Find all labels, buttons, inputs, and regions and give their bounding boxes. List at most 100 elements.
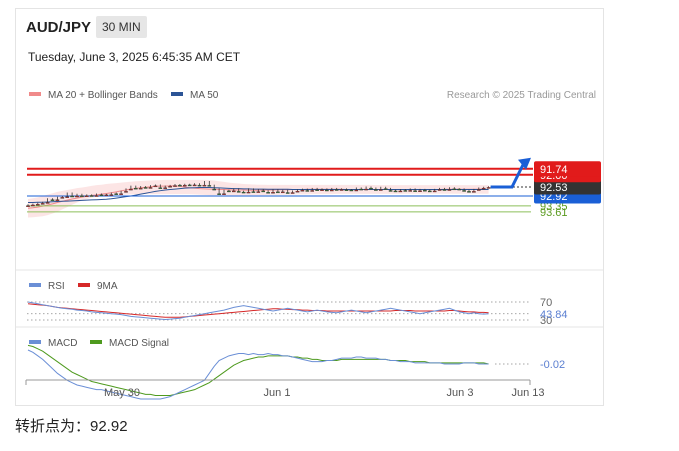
candle	[447, 189, 452, 191]
candle	[300, 190, 305, 192]
candle	[290, 192, 295, 194]
macd-last-value: -0.02	[540, 359, 565, 371]
candle	[276, 191, 280, 194]
candle	[129, 188, 133, 191]
candle	[138, 187, 143, 190]
candle	[94, 195, 99, 197]
candle	[413, 190, 417, 192]
candle	[315, 189, 319, 191]
candle	[398, 190, 403, 193]
time-axis-label: Jun 13	[511, 387, 544, 399]
candle	[114, 193, 118, 195]
candle	[266, 192, 270, 194]
candle	[393, 190, 398, 193]
candle	[45, 202, 50, 204]
candle	[418, 190, 422, 192]
candle	[477, 189, 481, 191]
candle	[241, 191, 246, 194]
legend-rsi-label: RSI	[48, 281, 65, 292]
candle	[109, 194, 114, 196]
candle	[295, 190, 300, 193]
candle	[403, 190, 408, 192]
candle	[212, 188, 217, 191]
legend-macd-signal-label: MACD Signal	[109, 338, 169, 349]
candle	[50, 199, 55, 201]
candle	[256, 191, 261, 193]
candle	[354, 189, 359, 192]
chart-svg: MA 20 + Bollinger Bands MA 50 Research © 2…	[16, 90, 603, 400]
rsi-last-value: 43.84	[540, 309, 568, 321]
candle	[26, 205, 30, 207]
rsi-ma-line	[27, 303, 489, 318]
candle	[168, 186, 172, 188]
candle	[330, 189, 334, 192]
candle	[80, 195, 84, 197]
legend-swatch-macd-signal	[90, 340, 102, 344]
candle	[379, 189, 383, 191]
candle	[178, 184, 182, 187]
candle	[388, 190, 393, 192]
legend-swatch-rsi	[29, 283, 41, 287]
candle	[428, 190, 432, 193]
rsi-level-label: 70	[540, 297, 552, 309]
candle	[158, 187, 163, 189]
candle	[320, 189, 324, 191]
legend-swatch-rsi-ma	[78, 283, 90, 287]
candle	[202, 184, 207, 187]
candle	[432, 190, 437, 193]
candle	[334, 189, 339, 191]
candle	[60, 197, 65, 199]
candle	[31, 204, 35, 207]
legend-macd-label: MACD	[48, 338, 77, 349]
macd-signal-line	[27, 344, 489, 396]
candle	[452, 188, 457, 191]
legend-swatch-bollinger	[29, 92, 41, 96]
candle	[65, 196, 69, 198]
pivot-caption: 转折点为：92.92	[15, 418, 128, 435]
time-axis-label: May 30	[104, 387, 140, 399]
support-label: 91.74	[540, 164, 568, 176]
candle	[374, 189, 378, 191]
candle	[285, 192, 290, 194]
candle	[437, 189, 442, 191]
candle	[481, 187, 486, 190]
legend-rsi-ma-label: 9MA	[97, 281, 118, 292]
candle	[369, 187, 373, 190]
candle	[486, 187, 491, 189]
candle	[467, 191, 471, 193]
candle	[472, 191, 476, 193]
candle	[227, 190, 231, 193]
candle	[271, 192, 275, 194]
candle	[359, 188, 364, 191]
source-credit: Research © 2025 Trading Central	[447, 90, 596, 101]
candle	[222, 193, 226, 195]
candle	[187, 184, 192, 187]
candle	[364, 188, 368, 191]
last-price-label: 92.53	[540, 182, 568, 194]
legend-bollinger-label: MA 20 + Bollinger Bands	[48, 90, 158, 101]
candle	[75, 195, 79, 198]
candle	[231, 190, 236, 193]
candle	[133, 187, 138, 190]
candle	[207, 185, 212, 187]
candle	[217, 193, 221, 195]
candle	[163, 187, 168, 189]
candle	[40, 203, 45, 205]
candle	[246, 191, 251, 194]
candle	[182, 184, 187, 187]
candle	[84, 195, 89, 197]
candle	[408, 190, 413, 192]
candle	[339, 189, 344, 191]
candle	[192, 184, 197, 187]
candle	[305, 190, 310, 192]
candle	[70, 195, 74, 198]
candle	[173, 185, 177, 187]
candle	[197, 184, 202, 187]
candle	[148, 187, 153, 189]
candle	[55, 199, 60, 201]
candle	[119, 193, 123, 195]
candle	[36, 204, 40, 206]
candle	[442, 189, 447, 191]
candle	[89, 195, 94, 197]
legend-swatch-macd	[29, 340, 41, 344]
